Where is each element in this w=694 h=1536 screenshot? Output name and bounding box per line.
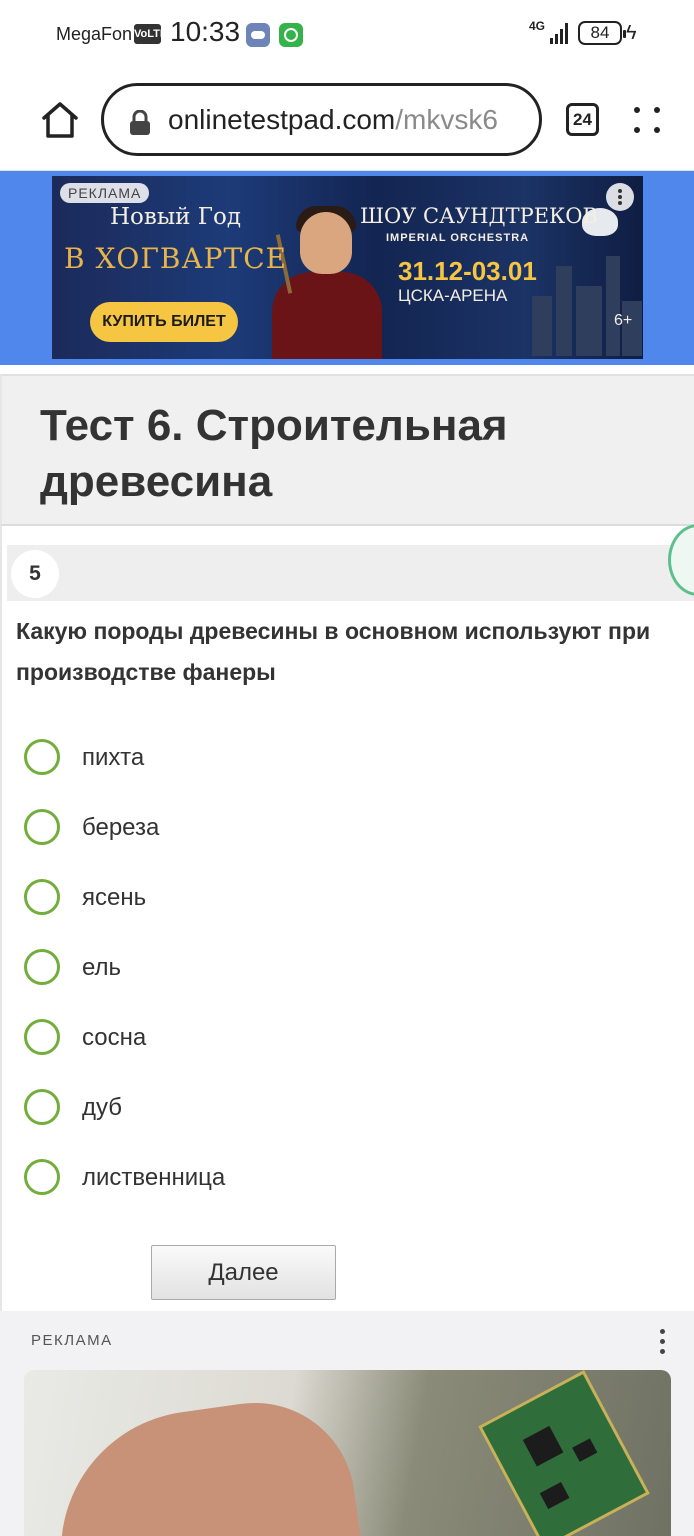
- cloud-icon: [246, 23, 270, 47]
- test-header: Тест 6. Строительная древесина: [0, 374, 694, 526]
- ad-venue: ЦСКА-АРЕНА: [398, 286, 508, 305]
- age-rating: 6+: [614, 312, 633, 329]
- ad-show-title: ШОУ САУНДТРЕКОВ: [360, 204, 598, 228]
- option-label: дуб: [82, 1094, 123, 1121]
- top-ad-strip: РЕКЛАМА Новый Год В ХОГВАРТСЕ КУПИТЬ БИЛ…: [0, 171, 694, 365]
- menu-icon[interactable]: [632, 105, 662, 135]
- answer-option[interactable]: лиственница: [24, 1158, 524, 1210]
- clock: 10:33: [170, 16, 241, 47]
- url-domain: onlinetestpad.com: [168, 104, 396, 135]
- ad-show-subtitle: IMPERIAL ORCHESTRA: [386, 232, 530, 244]
- ad-image[interactable]: [24, 1370, 671, 1536]
- ad-headline-1: Новый Год: [110, 204, 242, 230]
- castle-illustration: [522, 236, 642, 356]
- answer-option[interactable]: ясень: [24, 878, 524, 930]
- ad-label: РЕКЛАМА: [31, 1332, 113, 1349]
- page-title: Тест 6. Строительная древесина: [40, 401, 508, 506]
- question-header: 5: [7, 545, 694, 601]
- option-label: ясень: [82, 884, 147, 911]
- radio-button[interactable]: [24, 809, 60, 845]
- answer-option[interactable]: ель: [24, 948, 524, 1000]
- answer-option[interactable]: сосна: [24, 1018, 524, 1070]
- option-label: береза: [82, 814, 160, 841]
- answer-option[interactable]: дуб: [24, 1088, 524, 1140]
- question-text: Какую породы древесины в основном исполь…: [16, 618, 651, 685]
- tabs-button[interactable]: 24: [566, 103, 599, 136]
- ad-more-icon[interactable]: [606, 183, 634, 211]
- signal-icon: [546, 22, 570, 44]
- url-text: onlinetestpad.com/mkvsk6: [168, 104, 498, 136]
- radio-button[interactable]: [24, 739, 60, 775]
- answer-option[interactable]: пихта: [24, 738, 524, 790]
- radio-button[interactable]: [24, 1089, 60, 1125]
- option-label: сосна: [82, 1024, 147, 1051]
- answer-option[interactable]: береза: [24, 808, 524, 860]
- status-bar: MegaFon VoLTE 10:33 4G 84 ϟ: [0, 0, 694, 68]
- volte-badge: VoLTE: [134, 24, 167, 44]
- radio-button[interactable]: [24, 949, 60, 985]
- battery-icon: 84: [578, 21, 626, 45]
- question-number: 5: [11, 550, 59, 598]
- radio-button[interactable]: [24, 879, 60, 915]
- home-icon[interactable]: [38, 98, 82, 142]
- browser-toolbar: onlinetestpad.com/mkvsk6 24: [0, 68, 694, 171]
- radio-button[interactable]: [24, 1019, 60, 1055]
- address-bar[interactable]: onlinetestpad.com/mkvsk6: [101, 83, 542, 156]
- option-label: пихта: [82, 744, 145, 771]
- top-ad-banner[interactable]: РЕКЛАМА Новый Год В ХОГВАРТСЕ КУПИТЬ БИЛ…: [52, 176, 643, 359]
- lock-icon: [130, 110, 150, 135]
- whatsapp-icon: [279, 23, 303, 47]
- ad-more-icon[interactable]: [656, 1327, 670, 1357]
- content-border: [0, 526, 2, 1311]
- radio-button[interactable]: [24, 1159, 60, 1195]
- url-path: /mkvsk6: [395, 104, 498, 135]
- buy-ticket-button[interactable]: КУПИТЬ БИЛЕТ: [90, 302, 238, 342]
- ad-badge: РЕКЛАМА: [60, 183, 150, 203]
- ad-dates: 31.12-03.01: [398, 256, 537, 286]
- charging-bolt-icon: ϟ: [626, 22, 637, 44]
- network-type: 4G: [529, 19, 546, 33]
- next-button[interactable]: Далее: [151, 1245, 336, 1300]
- circuit-board-illustration: [478, 1370, 650, 1536]
- ad-headline-2: В ХОГВАРТСЕ: [64, 242, 288, 275]
- hand-illustration: [42, 1389, 366, 1536]
- carrier-name: MegaFon: [56, 24, 133, 44]
- bottom-ad: РЕКЛАМА: [0, 1311, 694, 1536]
- option-label: лиственница: [82, 1164, 226, 1191]
- option-label: ель: [82, 954, 122, 981]
